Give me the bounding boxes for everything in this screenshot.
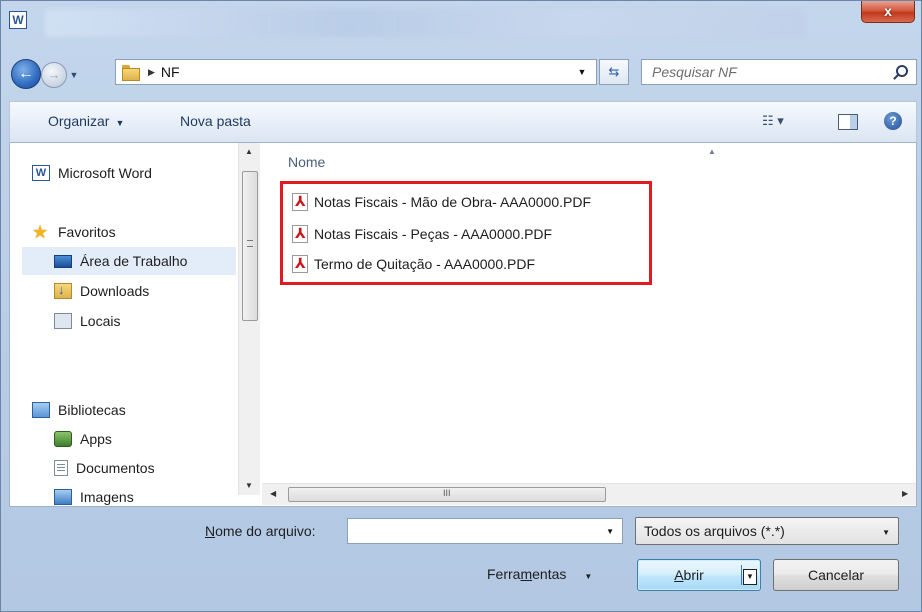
- back-button[interactable]: ←: [11, 59, 41, 89]
- library-icon: [32, 402, 50, 418]
- chevron-down-icon: ▼: [882, 528, 890, 537]
- open-label-text: brir: [683, 567, 704, 583]
- chevron-down-icon: ▼: [115, 118, 125, 128]
- filename-label: Nome do arquivo:: [205, 523, 316, 539]
- file-name: Notas Fiscais - Peças - AAA0000.PDF: [314, 226, 553, 242]
- chevron-down-icon: ▼: [584, 572, 593, 581]
- nav-item-bibliotecas[interactable]: Bibliotecas: [32, 398, 126, 422]
- address-dropdown-button[interactable]: ▼: [567, 59, 597, 85]
- address-bar[interactable]: ▶ NF: [115, 59, 597, 85]
- organize-button[interactable]: Organizar ▼: [48, 113, 124, 129]
- file-name: Termo de Quitação - AAA0000.PDF: [314, 256, 535, 272]
- scrollbar-thumb[interactable]: III: [288, 487, 606, 502]
- scroll-up-arrow-icon[interactable]: ▲: [245, 147, 253, 156]
- pdf-icon: [292, 255, 308, 273]
- nav-item-imagens[interactable]: Imagens: [54, 485, 134, 505]
- filename-field[interactable]: ▼: [347, 518, 623, 544]
- scroll-right-arrow-icon[interactable]: ▶: [902, 489, 908, 498]
- nav-item-label: Bibliotecas: [58, 402, 126, 418]
- nav-item-label: Microsoft Word: [58, 165, 152, 181]
- star-icon: ★: [32, 222, 49, 242]
- nav-item-label: Favoritos: [58, 224, 116, 240]
- tools-label-accesskey: m: [520, 566, 533, 582]
- breadcrumb-chevron-icon[interactable]: ▶: [148, 67, 155, 78]
- open-options-dropdown[interactable]: ▼: [743, 569, 757, 585]
- help-icon[interactable]: ?: [884, 112, 902, 130]
- nav-item-documentos[interactable]: Documentos: [54, 456, 155, 480]
- filename-label-text: ome do arquivo:: [215, 523, 316, 539]
- nav-item-apps[interactable]: Apps: [54, 427, 112, 451]
- downloads-icon: [54, 282, 72, 299]
- nav-item-area-de-trabalho[interactable]: Área de Trabalho: [54, 249, 187, 273]
- grip-icon: III: [443, 488, 451, 498]
- file-horizontal-scrollbar[interactable]: ◀ III ▶: [262, 483, 916, 505]
- close-button[interactable]: x: [861, 1, 915, 23]
- desktop-icon: [54, 254, 72, 268]
- folder-icon: [122, 65, 140, 81]
- nav-item-label: Imagens: [80, 489, 134, 505]
- tools-label-b: entas: [532, 566, 567, 582]
- blurred-title-bar: [45, 9, 805, 37]
- tools-label-a: Ferra: [487, 566, 521, 582]
- open-split-divider: [741, 565, 742, 585]
- file-list-pane[interactable]: Nome ▲ Notas Fiscais - Mão de Obra- AAA0…: [262, 143, 916, 483]
- file-row[interactable]: Notas Fiscais - Mão de Obra- AAA0000.PDF: [292, 191, 591, 213]
- word-icon: W: [32, 165, 50, 181]
- nav-vertical-scrollbar[interactable]: ▲ ▼: [238, 143, 260, 495]
- scroll-down-arrow-icon[interactable]: ▼: [245, 481, 253, 490]
- breadcrumb-nf[interactable]: NF: [161, 64, 180, 80]
- search-input[interactable]: [642, 60, 882, 84]
- column-header-nome[interactable]: Nome: [288, 154, 325, 170]
- nav-item-downloads[interactable]: Downloads: [54, 279, 149, 303]
- images-icon: [54, 489, 72, 505]
- cancel-button[interactable]: Cancelar: [773, 559, 899, 591]
- new-folder-button[interactable]: Nova pasta: [180, 113, 251, 129]
- tools-button[interactable]: Ferramentas ▼: [487, 566, 592, 582]
- search-box[interactable]: [641, 59, 917, 85]
- recent-pages-dropdown[interactable]: ▼: [67, 65, 81, 85]
- preview-pane-button[interactable]: [838, 114, 858, 130]
- filetype-select[interactable]: Todos os arquivos (*.*) ▼: [635, 517, 899, 545]
- filetype-selected-value: Todos os arquivos (*.*): [644, 523, 785, 539]
- apps-icon: [54, 431, 72, 447]
- change-view-button[interactable]: ☷ ▾: [762, 113, 784, 129]
- documents-icon: [54, 460, 68, 476]
- pdf-icon: [292, 193, 308, 211]
- sort-ascending-icon: ▲: [708, 147, 716, 156]
- nav-item-label: Apps: [80, 431, 112, 447]
- content-area: W Microsoft Word ★ Favoritos Área de Tra…: [9, 143, 917, 507]
- filename-label-accesskey: N: [205, 523, 216, 539]
- file-row[interactable]: Termo de Quitação - AAA0000.PDF: [292, 253, 535, 275]
- file-row[interactable]: Notas Fiscais - Peças - AAA0000.PDF: [292, 223, 552, 245]
- places-icon: [54, 313, 72, 329]
- command-toolbar: Organizar ▼ Nova pasta ☷ ▾ ?: [9, 101, 917, 143]
- scrollbar-thumb[interactable]: [242, 171, 258, 321]
- nav-item-label: Documentos: [76, 460, 155, 476]
- open-label-accesskey: A: [674, 567, 684, 583]
- search-icon[interactable]: [896, 65, 908, 77]
- nav-item-locais[interactable]: Locais: [54, 309, 120, 333]
- nav-item-label: Downloads: [80, 283, 150, 299]
- organize-label: Organizar: [48, 113, 110, 129]
- navigation-pane[interactable]: W Microsoft Word ★ Favoritos Área de Tra…: [10, 143, 238, 505]
- file-name: Notas Fiscais - Mão de Obra- AAA0000.PDF: [314, 194, 591, 210]
- refresh-button[interactable]: ⇆: [599, 59, 629, 85]
- nav-item-microsoft-word[interactable]: W Microsoft Word: [32, 161, 152, 185]
- forward-button[interactable]: →: [41, 62, 67, 88]
- file-open-dialog: W x ← → ▼ ▶ NF ▼ ⇆ Organizar ▼ Nova pasta…: [0, 0, 922, 612]
- pdf-icon: [292, 225, 308, 243]
- redacted-area: [54, 341, 182, 365]
- grip-icon: [247, 240, 253, 247]
- nav-item-label: Área de Trabalho: [80, 253, 188, 269]
- word-app-icon: W: [9, 11, 27, 29]
- nav-item-favoritos[interactable]: ★ Favoritos: [32, 220, 116, 244]
- chevron-down-icon[interactable]: ▼: [606, 527, 614, 536]
- scroll-left-arrow-icon[interactable]: ◀: [270, 489, 276, 498]
- nav-item-label: Locais: [80, 313, 121, 329]
